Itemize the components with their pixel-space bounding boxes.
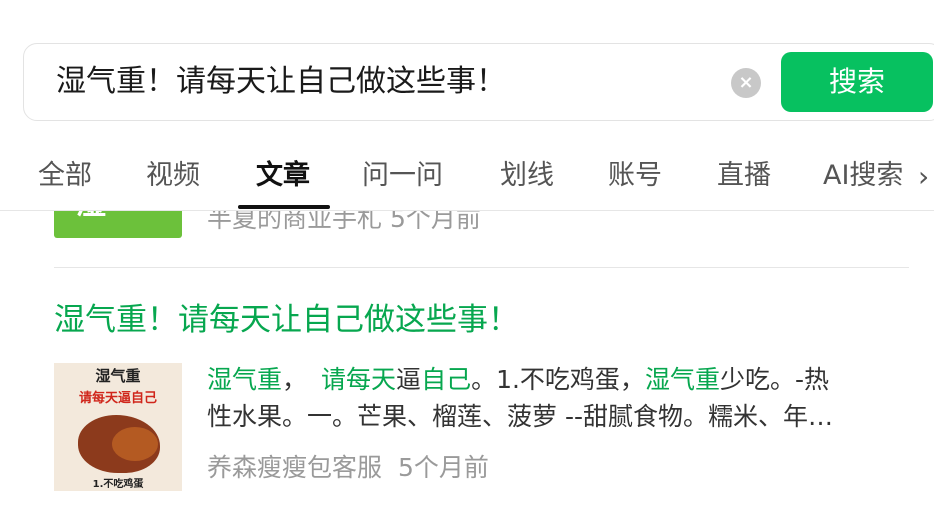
thumbnail-caption: 1.不吃鸡蛋: [92, 479, 144, 490]
divider: [54, 267, 909, 268]
results-list: 湿 ~ 半夏的商业手札 5个月前 湿气重！请每天让自己做这些事！ 湿气重 请每天…: [0, 211, 934, 510]
tab-all[interactable]: 全部: [38, 158, 92, 194]
article-meta: 半夏的商业手札 5个月前: [207, 211, 481, 235]
tab-bar: 全部 视频 文章 问一问 划线 账号 直播 AI搜索 ›: [0, 150, 934, 212]
thumbnail-text: 湿气重: [95, 367, 141, 385]
snippet-highlight: 请每天: [321, 365, 397, 394]
snippet-highlight: 湿气重: [644, 365, 720, 394]
active-tab-indicator: [238, 205, 330, 209]
article-source[interactable]: 养森瘦瘦包客服: [207, 453, 382, 482]
search-button[interactable]: 搜索: [781, 52, 933, 112]
snippet-highlight: 自己: [421, 365, 472, 394]
tab-ask[interactable]: 问一问: [362, 158, 443, 194]
liver-image: [112, 427, 158, 461]
snippet-text: ，: [282, 365, 308, 394]
article-thumbnail[interactable]: 湿 ~: [54, 211, 182, 238]
snippet-text: 逼: [396, 365, 422, 394]
snippet-text: 少吃。-热: [719, 365, 829, 394]
article-snippet[interactable]: 湿气重， 请每天逼自己。1.不吃鸡蛋，湿气重少吃。-热 性水果。一。芒果、榴莲、菠…: [207, 361, 910, 435]
chevron-right-icon[interactable]: ›: [918, 160, 929, 194]
snippet-text: 。1.不吃鸡蛋，: [471, 365, 645, 394]
article-title[interactable]: 湿气重！请每天让自己做这些事！: [54, 299, 519, 341]
article-time: 5个月前: [389, 211, 481, 233]
tab-ai-search[interactable]: AI搜索: [823, 158, 913, 194]
tab-highlights[interactable]: 划线: [500, 158, 554, 194]
article-source[interactable]: 半夏的商业手札: [207, 211, 382, 233]
article-thumbnail[interactable]: 湿气重 请每天逼自己 1.不吃鸡蛋: [54, 363, 182, 491]
search-input[interactable]: 湿气重！请每天让自己做这些事！: [56, 62, 506, 102]
close-icon[interactable]: ×: [731, 68, 761, 98]
article-time: 5个月前: [398, 453, 489, 482]
tab-articles[interactable]: 文章: [256, 158, 310, 194]
tab-live[interactable]: 直播: [717, 158, 771, 194]
snippet-highlight: 湿气重: [207, 365, 283, 394]
search-bar: 湿气重！请每天让自己做这些事！ × 搜索: [23, 43, 934, 121]
thumbnail-text: 请每天逼自己: [78, 391, 157, 406]
tab-accounts[interactable]: 账号: [608, 158, 662, 194]
tab-videos[interactable]: 视频: [146, 158, 200, 194]
snippet-line: 湿气重， 请每天逼自己。1.不吃鸡蛋，湿气重少吃。-热: [207, 361, 910, 398]
article-meta: 养森瘦瘦包客服 5个月前: [207, 451, 489, 485]
snippet-line: 性水果。一。芒果、榴莲、菠萝 --甜腻食物。糯米、年…: [207, 402, 833, 431]
